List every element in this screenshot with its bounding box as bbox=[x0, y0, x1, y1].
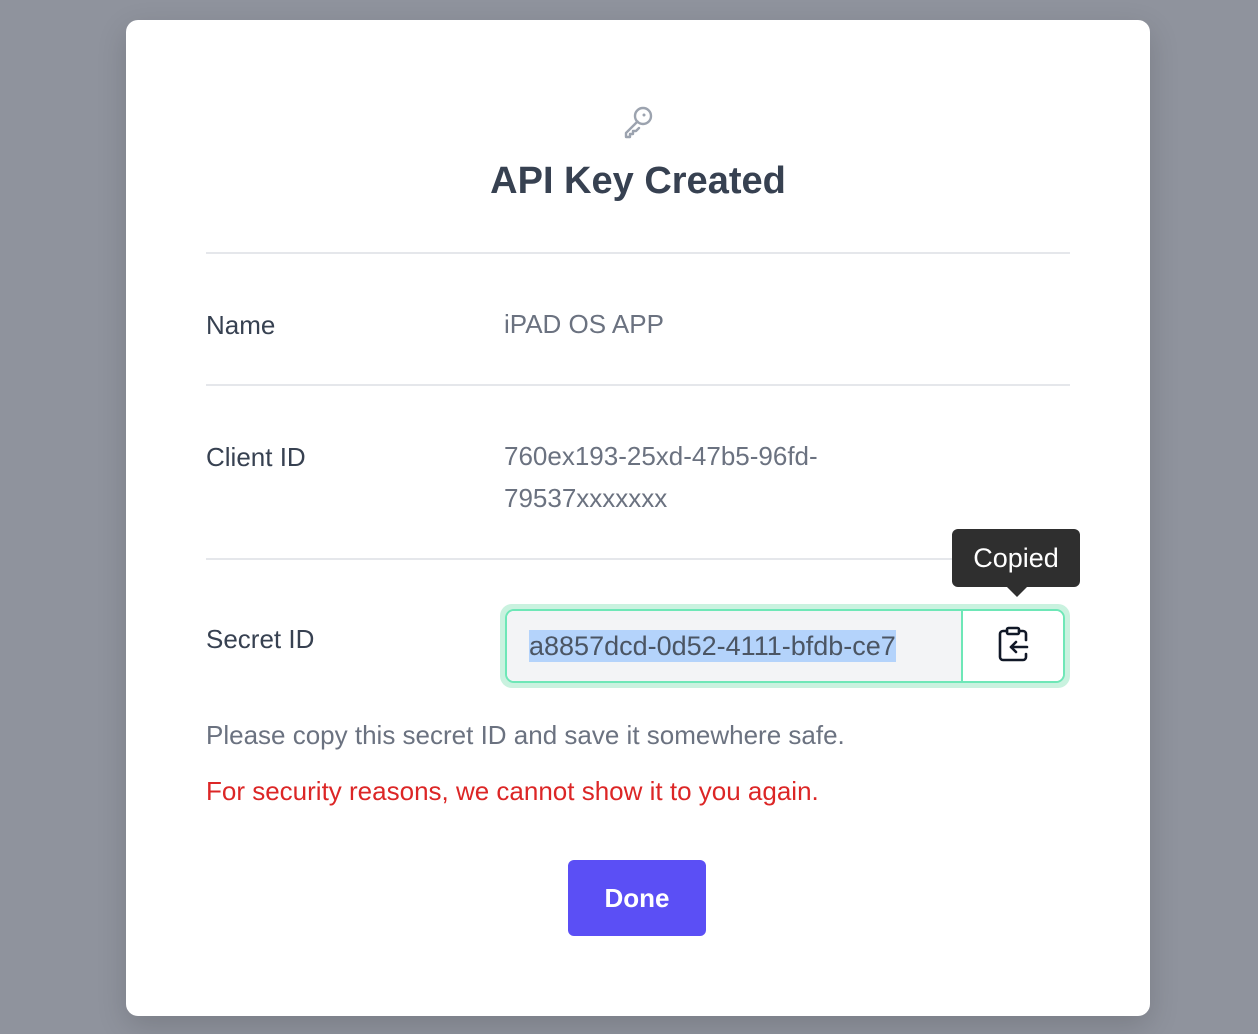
copied-tooltip: Copied bbox=[952, 529, 1080, 597]
secret-id-value[interactable]: a8857dcd-0d52-4111-bfdb-ce7 bbox=[529, 630, 896, 662]
name-label: Name bbox=[206, 310, 276, 340]
key-icon bbox=[618, 102, 658, 142]
help-text: Please copy this secret ID and save it s… bbox=[206, 720, 845, 750]
secret-id-field: a8857dcd-0d52-4111-bfdb-ce7 bbox=[505, 609, 1065, 683]
client-id-label: Client ID bbox=[206, 442, 306, 472]
client-id-value-line: 79537xxxxxxx bbox=[504, 483, 668, 513]
warning-text: For security reasons, we cannot show it … bbox=[206, 776, 819, 806]
done-button[interactable]: Done bbox=[568, 860, 706, 936]
divider bbox=[206, 558, 1070, 560]
modal-title: API Key Created bbox=[490, 160, 786, 202]
divider bbox=[206, 252, 1070, 254]
divider bbox=[206, 384, 1070, 386]
secret-id-label: Secret ID bbox=[206, 624, 315, 654]
api-key-modal: API Key Created Name iPAD OS APP Client … bbox=[126, 20, 1150, 1016]
secret-id-field-wrapper: a8857dcd-0d52-4111-bfdb-ce7 bbox=[500, 604, 1070, 688]
secret-id-input[interactable]: a8857dcd-0d52-4111-bfdb-ce7 bbox=[507, 611, 963, 681]
client-id-value: 760ex193-25xd-47b5-96fd- 79537xxxxxxx bbox=[504, 435, 818, 519]
client-id-value-line: 760ex193-25xd-47b5-96fd- bbox=[504, 441, 818, 471]
name-value: iPAD OS APP bbox=[504, 309, 664, 339]
copy-button[interactable] bbox=[963, 611, 1063, 681]
clipboard-copy-icon bbox=[996, 626, 1030, 667]
